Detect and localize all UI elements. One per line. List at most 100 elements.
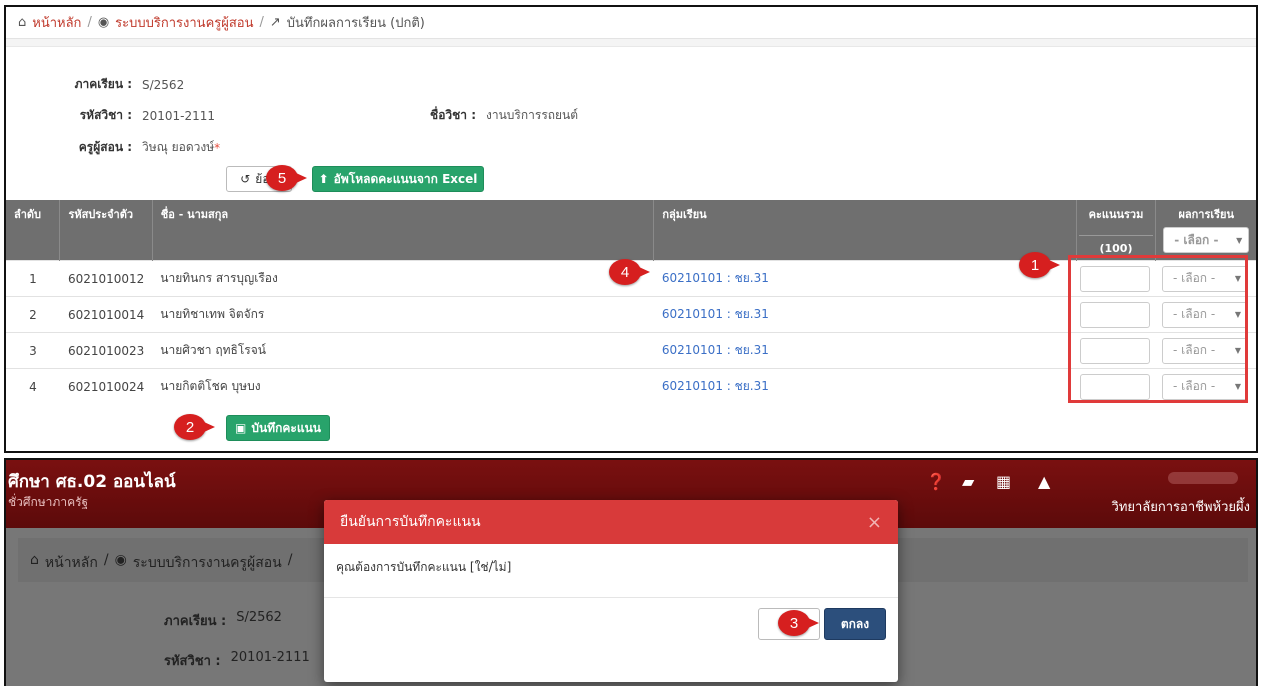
- result-header-label: ผลการเรียน: [1178, 208, 1235, 221]
- score-cell: [1076, 260, 1156, 297]
- score-header-label: คะแนนรวม: [1088, 208, 1144, 221]
- score-input[interactable]: [1080, 373, 1150, 400]
- subject-name-row: ชื่อวิชา : งานบริการรถยนต์: [398, 106, 578, 125]
- result-cell: - เลือก - ▼: [1155, 260, 1256, 297]
- student-id: 6021010012: [59, 260, 153, 297]
- student-group: 60210101 : ชย.31: [653, 332, 1076, 369]
- term-value: S/2562: [142, 77, 185, 92]
- term-label: ภาคเรียน :: [164, 614, 227, 629]
- user-name-blurred[interactable]: [1168, 472, 1238, 484]
- select-placeholder: - เลือก -: [1172, 307, 1216, 321]
- table-row: 4 6021010024 นายกิตติโชค บุษบง 60210101 : ช…: [6, 368, 1256, 405]
- student-name: นายกิตติโชค บุษบง: [152, 368, 654, 405]
- breadcrumb-separator: /: [103, 552, 109, 568]
- chevron-down-icon: ▼: [1234, 382, 1241, 392]
- bell-icon[interactable]: ▲: [1038, 472, 1050, 491]
- student-id: 6021010014: [59, 296, 153, 333]
- select-placeholder: - เลือก -: [1174, 232, 1219, 247]
- score-table: ลำดับ รหัสประจำตัว ชื่อ - นามสกุล กลุ่มเ…: [6, 200, 1256, 405]
- score-input[interactable]: [1080, 301, 1150, 328]
- subject-name-value: งานบริการรถยนต์: [486, 108, 579, 122]
- student-id: 6021010023: [59, 332, 153, 369]
- book-icon[interactable]: ▰: [962, 472, 974, 491]
- result-select[interactable]: - เลือก - ▼: [1161, 337, 1248, 364]
- save-score-button[interactable]: ▣ บันทึกคะแนน: [226, 415, 330, 441]
- subject-name-label: ชื่อวิชา :: [430, 108, 476, 122]
- result-cell: - เลือก - ▼: [1155, 296, 1256, 333]
- student-group: 60210101 : ชย.31: [653, 260, 1076, 297]
- result-select[interactable]: - เลือก - ▼: [1161, 373, 1248, 400]
- select-placeholder: - เลือก -: [1172, 343, 1216, 357]
- col-header-student-id: รหัสประจำตัว: [59, 200, 153, 261]
- upload-excel-button[interactable]: ⬆ อัพโหลดคะแนนจาก Excel: [312, 166, 484, 192]
- help-icon[interactable]: ❓: [926, 472, 946, 491]
- background-code-row: รหัสวิชา : 20101-2111: [164, 650, 310, 671]
- upload-excel-label: อัพโหลดคะแนนจาก Excel: [333, 171, 478, 186]
- app-subtitle: ชั่วศึกษาภาครัฐ: [8, 495, 89, 509]
- score-input[interactable]: [1080, 337, 1150, 364]
- result-select[interactable]: - เลือก - ▼: [1161, 301, 1248, 328]
- breadcrumb-separator: /: [287, 552, 293, 568]
- col-header-no: ลำดับ: [6, 200, 61, 261]
- group-link[interactable]: 60210101 : ชย.31: [662, 343, 769, 357]
- undo-icon: ↺: [240, 172, 251, 186]
- confirm-screen: ศึกษา ศธ.02 ออนไลน์ ชั่วศึกษาภาครัฐ ❓ ▰ …: [4, 458, 1258, 686]
- step-marker-3: 3: [778, 610, 819, 636]
- subject-code-label: รหัสวิชา :: [79, 108, 132, 122]
- row-number: 2: [6, 296, 60, 333]
- home-icon: ⌂: [18, 15, 27, 30]
- step-marker-5: 5: [266, 165, 307, 191]
- table-header-row: ลำดับ รหัสประจำตัว ชื่อ - นามสกุล กลุ่มเ…: [6, 200, 1256, 261]
- result-select-all[interactable]: - เลือก - ▼: [1163, 227, 1250, 253]
- teacher-label: ครูผู้สอน :: [78, 140, 132, 154]
- student-name: นายศิวชา ฤทธิโรจน์: [152, 332, 654, 369]
- dialog-header: ยืนยันการบันทึกคะแนน ×: [324, 500, 898, 544]
- result-select[interactable]: - เลือก - ▼: [1161, 265, 1248, 292]
- col-header-group: กลุ่มเรียน: [653, 200, 1077, 261]
- select-placeholder: - เลือก -: [1172, 271, 1216, 285]
- select-placeholder: - เลือก -: [1172, 379, 1216, 394]
- home-icon: ⌂: [30, 552, 39, 568]
- chevron-down-icon: ▼: [1234, 346, 1241, 355]
- subject-code-row: รหัสวิชา : 20101-2111: [54, 106, 215, 125]
- chevron-down-icon: ▼: [1234, 274, 1241, 283]
- score-entry-panel: ⌂ หน้าหลัก / ◉ ระบบบริการงานครูผู้สอน / …: [4, 5, 1258, 453]
- student-group: 60210101 : ชย.31: [653, 368, 1076, 405]
- chevron-down-icon: ▼: [1236, 235, 1243, 245]
- row-number: 4: [6, 368, 60, 405]
- group-link[interactable]: 60210101 : ชย.31: [662, 379, 769, 393]
- required-mark: *: [214, 140, 221, 155]
- close-icon[interactable]: ×: [867, 512, 882, 533]
- score-max-label: (100): [1078, 235, 1154, 255]
- dialog-body: คุณต้องการบันทึกคะแนน [ใช่/ไม่]: [324, 544, 898, 598]
- score-cell: [1076, 368, 1156, 405]
- user-circle-icon: ◉: [114, 552, 127, 568]
- calendar-icon[interactable]: ▦: [996, 472, 1011, 491]
- dialog-message: คุณต้องการบันทึกคะแนน [ใช่/ไม่]: [336, 560, 512, 574]
- term-label: ภาคเรียน :: [74, 77, 132, 91]
- subject-code-value: 20101-2111: [230, 650, 310, 665]
- score-input[interactable]: [1080, 265, 1150, 292]
- teacher-value: วิษณุ ยอดวงษ์: [142, 140, 215, 154]
- dialog-title: ยืนยันการบันทึกคะแนน: [340, 514, 481, 530]
- student-name: นายทินกร สารบุญเรือง: [152, 260, 654, 297]
- breadcrumb-service[interactable]: ระบบบริการงานครูผู้สอน: [115, 12, 253, 33]
- step-marker-1: 1: [1019, 252, 1060, 278]
- row-number: 1: [6, 260, 60, 297]
- teacher-row: ครูผู้สอน : วิษณุ ยอดวงษ์ *: [54, 138, 220, 157]
- group-link[interactable]: 60210101 : ชย.31: [662, 271, 769, 285]
- confirm-dialog: ยืนยันการบันทึกคะแนน × คุณต้องการบันทึกค…: [324, 500, 898, 682]
- ok-button[interactable]: ตกลง: [824, 608, 886, 640]
- breadcrumb-home[interactable]: หน้าหลัก: [32, 12, 81, 33]
- save-score-label: บันทึกคะแนน: [251, 420, 321, 435]
- result-cell: - เลือก - ▼: [1155, 368, 1256, 405]
- user-circle-icon: ◉: [97, 15, 110, 30]
- group-link[interactable]: 60210101 : ชย.31: [662, 307, 769, 321]
- external-link-icon: ↗: [269, 15, 281, 30]
- breadcrumb-separator: /: [259, 15, 264, 30]
- term-row: ภาคเรียน : S/2562: [54, 75, 185, 94]
- upload-icon: ⬆: [318, 172, 329, 186]
- subject-code-value: 20101-2111: [142, 108, 216, 123]
- score-cell: [1076, 296, 1156, 333]
- dialog-footer: ตกลง 3: [324, 598, 898, 682]
